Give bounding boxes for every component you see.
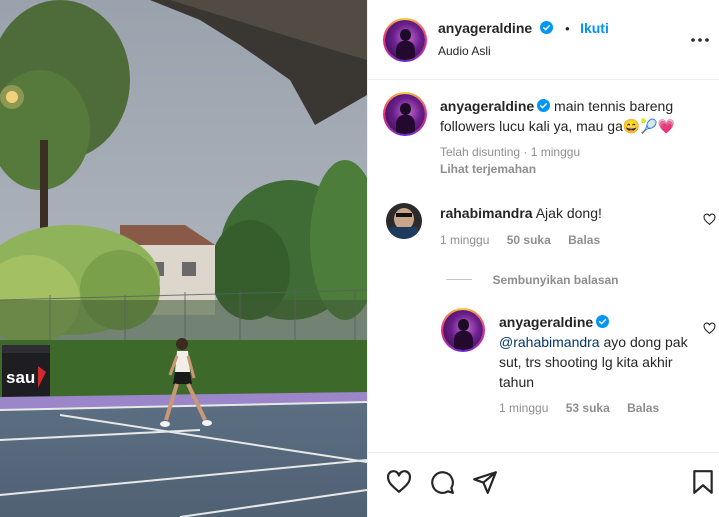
comment-time[interactable]: 1 minggu (440, 233, 489, 247)
hide-replies-toggle[interactable]: Sembunyikan balasan (446, 271, 619, 289)
heart-icon[interactable] (386, 469, 412, 495)
more-options-icon[interactable] (690, 30, 710, 50)
banner-text: sau (6, 368, 35, 387)
author-username[interactable]: anyageraldine (438, 20, 532, 36)
hide-replies-label[interactable]: Sembunyikan balasan (492, 273, 618, 287)
caption-avatar[interactable] (383, 92, 427, 136)
author-avatar[interactable] (383, 18, 427, 62)
post-action-bar (368, 452, 719, 517)
comment-meta: 1 minggu 50 suka Balas (440, 233, 600, 247)
caption-text-wrap: anyageraldine main tennis bareng followe… (440, 96, 700, 136)
tennis-court-photo: sau (0, 0, 367, 517)
caption-meta: Telah disunting · 1 minggu (440, 145, 581, 159)
post-header: anyageraldine • Ikuti Audio Asli (368, 0, 719, 80)
reply-username[interactable]: anyageraldine (499, 314, 593, 330)
verified-badge-icon (537, 99, 551, 112)
comment-text-wrap: rahabimandra Ajak dong! (440, 203, 690, 223)
reply-meta: 1 minggu 53 suka Balas (499, 401, 659, 415)
paper-plane-icon[interactable] (472, 469, 498, 495)
reply-reply-button[interactable]: Balas (627, 401, 659, 415)
header-separator: • (565, 21, 570, 36)
see-translation-link[interactable]: Lihat terjemahan (440, 162, 536, 176)
caption-time[interactable]: 1 minggu (531, 145, 580, 159)
caption-edited: Telah disunting (440, 145, 521, 159)
post-side-panel: anyageraldine • Ikuti Audio Asli anyager… (367, 0, 719, 517)
bookmark-icon[interactable] (690, 469, 716, 495)
reply-mention[interactable]: @rahabimandra (499, 334, 600, 350)
reply-likes[interactable]: 53 suka (566, 401, 610, 415)
verified-badge-icon (596, 315, 610, 328)
comment-username[interactable]: rahabimandra (440, 205, 533, 221)
audio-label[interactable]: Audio Asli (438, 44, 491, 58)
commenter-avatar[interactable] (386, 203, 422, 239)
comment-like-icon[interactable] (703, 213, 716, 226)
reply-time[interactable]: 1 minggu (499, 401, 548, 415)
follow-button[interactable]: Ikuti (580, 20, 609, 36)
reply-like-icon[interactable] (703, 322, 716, 335)
reply-avatar[interactable] (441, 308, 485, 352)
comment-bubble-icon[interactable] (429, 469, 455, 495)
comment-likes[interactable]: 50 suka (507, 233, 551, 247)
caption-username[interactable]: anyageraldine (440, 98, 534, 114)
reply-text-wrap: anyageraldine @rahabimandra ayo dong pak… (499, 312, 699, 392)
hide-replies-line (446, 279, 472, 281)
verified-badge-icon (539, 21, 553, 34)
post-media[interactable]: sau (0, 0, 367, 517)
comment-reply-button[interactable]: Balas (568, 233, 600, 247)
comment-text: Ajak dong! (535, 205, 602, 221)
